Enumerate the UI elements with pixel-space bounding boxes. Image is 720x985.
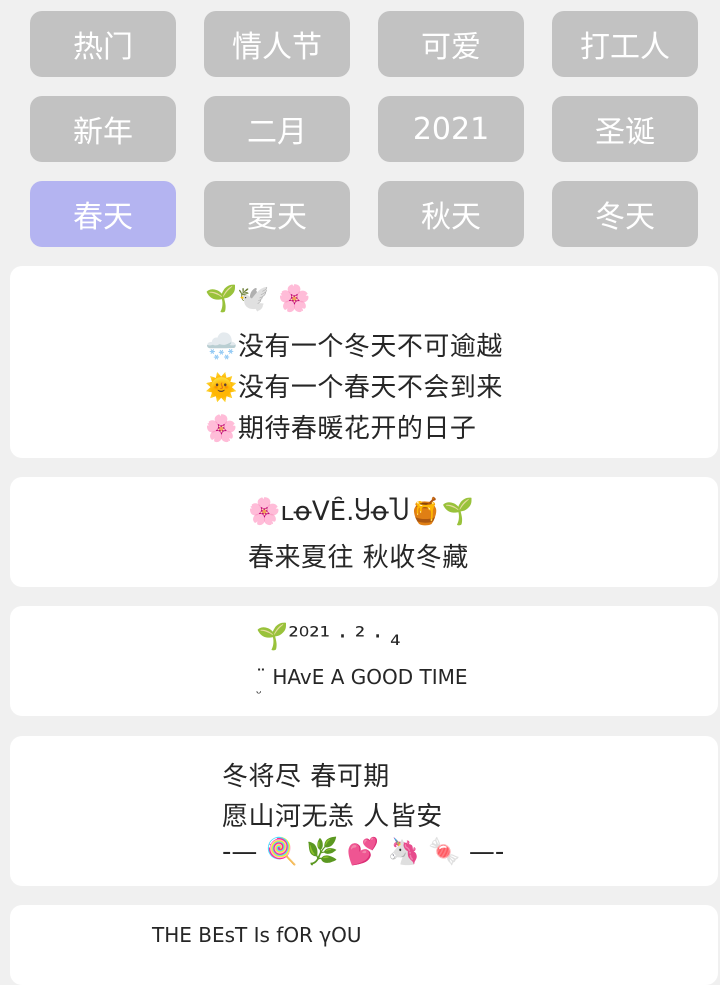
card-1-line-1: 🌱🕊️ 🌸 <box>205 284 311 314</box>
tag-autumn[interactable]: 秋天 <box>378 181 524 247</box>
text-card-5[interactable]: THE BEsT Is fOR γOU <box>10 905 718 985</box>
tag-new-year[interactable]: 新年 <box>30 96 176 162</box>
card-2-line-1: 🌸ʟꝋᐯȆ.ႸꝋႮ🍯🌱 <box>248 497 474 527</box>
tag-christmas[interactable]: 圣诞 <box>552 96 698 162</box>
text-card-4[interactable]: 冬将尽 春可期 愿山河无恙 人皆安 -— 🍭 🌿 💕 🦄 🍬 —- <box>10 736 718 886</box>
card-4-line-2: 愿山河无恙 人皆安 <box>222 802 443 832</box>
tag-worker[interactable]: 打工人 <box>552 11 698 77</box>
text-card-1[interactable]: 🌱🕊️ 🌸 🌨️没有一个冬天不可逾越 🌞没有一个春天不会到来 🌸期待春暖花开的日… <box>10 266 718 458</box>
category-tag-grid: 热门 情人节 可爱 打工人 新年 二月 2021 圣诞 春天 夏天 秋天 冬天 <box>30 11 698 247</box>
card-5-line-1: THE BEsT Is fOR γOU <box>152 923 362 947</box>
card-4-line-3: -— 🍭 🌿 💕 🦄 🍬 —- <box>222 837 505 867</box>
card-1-line-4: 🌸期待春暖花开的日子 <box>205 414 477 444</box>
card-3-line-2: ¨ HAvE A GOOD TIME <box>256 665 468 689</box>
card-2-line-2: 春来夏往 秋收冬藏 <box>248 543 469 573</box>
tag-february[interactable]: 二月 <box>204 96 350 162</box>
tag-valentines-day[interactable]: 情人节 <box>204 11 350 77</box>
tag-cute[interactable]: 可爱 <box>378 11 524 77</box>
card-4-line-1: 冬将尽 春可期 <box>222 762 390 792</box>
tag-2021[interactable]: 2021 <box>378 96 524 162</box>
card-3-line-1: 🌱²⁰²¹ · ² · ₄ <box>256 622 401 652</box>
text-card-2[interactable]: 🌸ʟꝋᐯȆ.ႸꝋႮ🍯🌱 春来夏往 秋收冬藏 <box>10 477 718 587</box>
card-3-line-3: ᵕ <box>256 686 262 702</box>
card-1-line-2: 🌨️没有一个冬天不可逾越 <box>205 332 503 362</box>
tag-hot[interactable]: 热门 <box>30 11 176 77</box>
tag-summer[interactable]: 夏天 <box>204 181 350 247</box>
card-1-line-3: 🌞没有一个春天不会到来 <box>205 373 503 403</box>
tag-winter[interactable]: 冬天 <box>552 181 698 247</box>
tag-spring[interactable]: 春天 <box>30 181 176 247</box>
text-card-3[interactable]: 🌱²⁰²¹ · ² · ₄ ¨ HAvE A GOOD TIME ᵕ <box>10 606 718 716</box>
